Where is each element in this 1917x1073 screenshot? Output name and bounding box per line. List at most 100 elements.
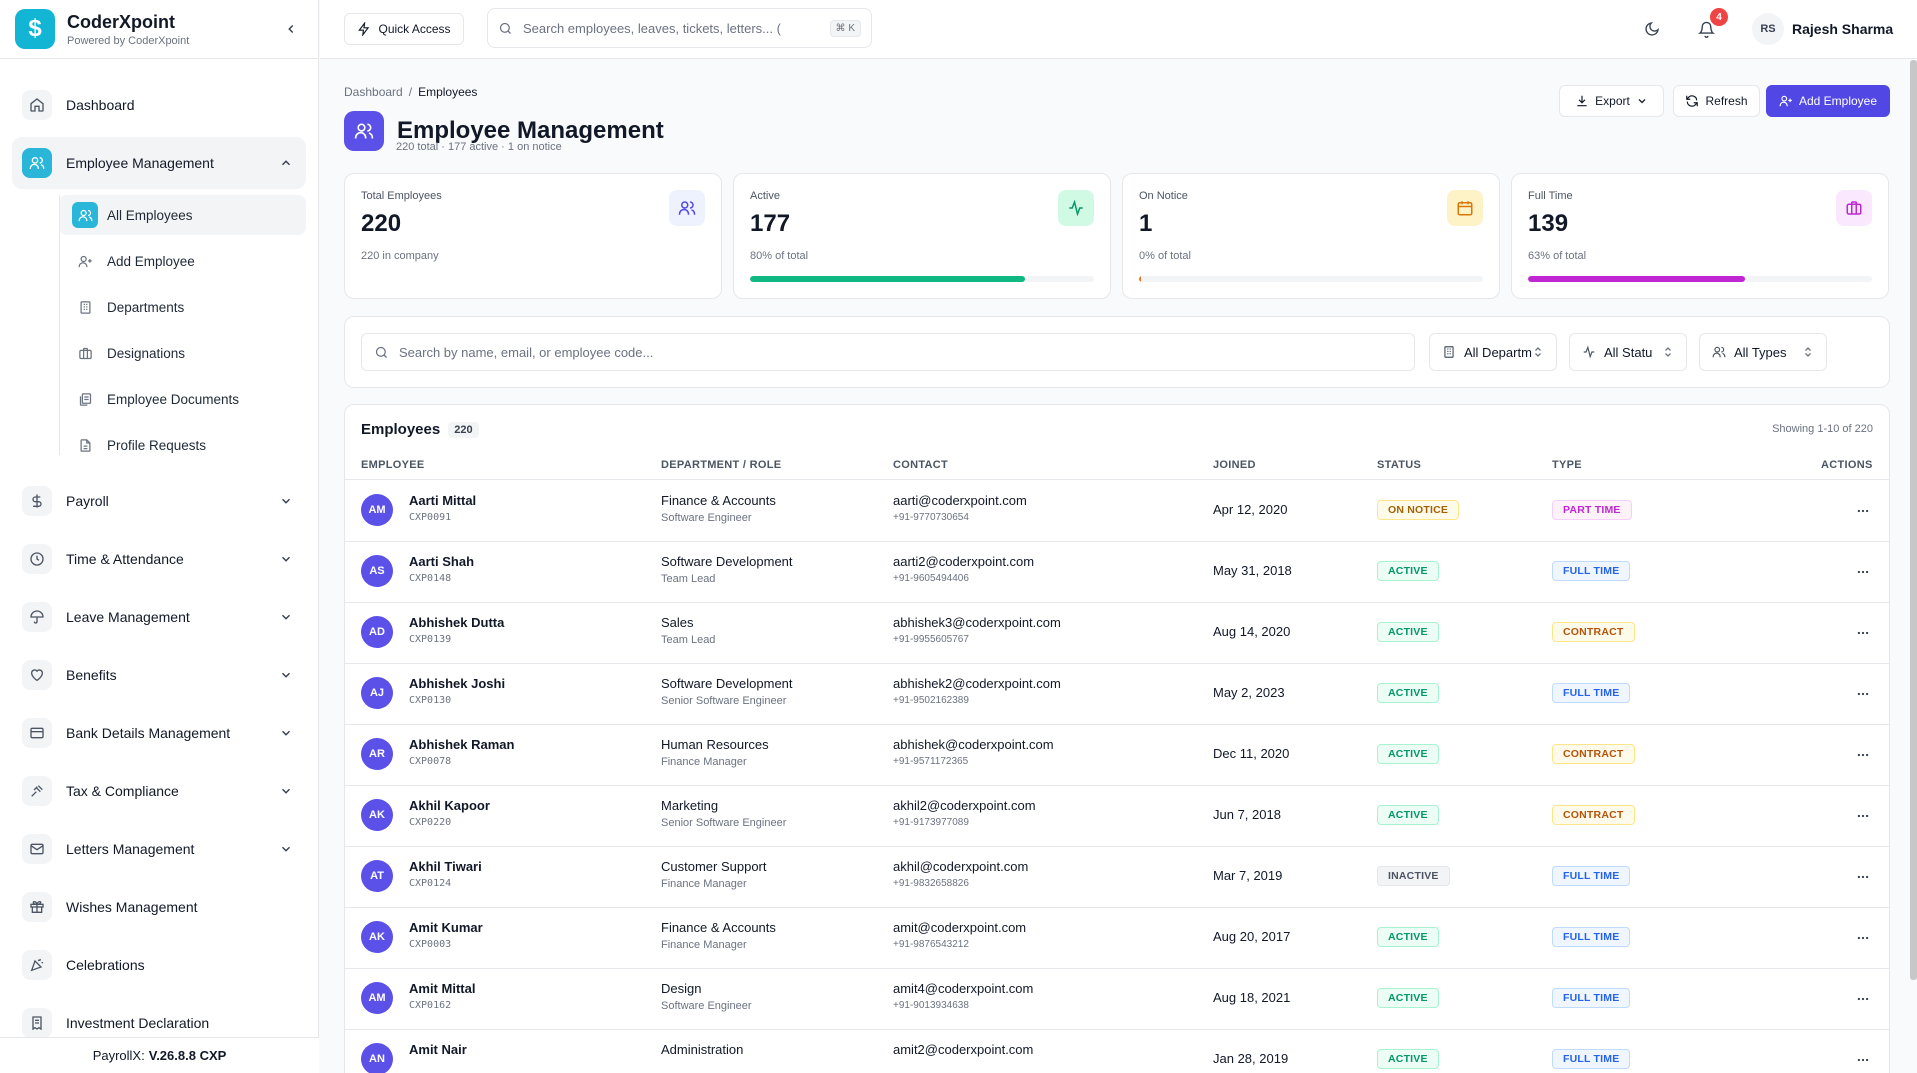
employee-name[interactable]: Abhishek Raman bbox=[409, 737, 514, 752]
department-filter-value: All Departm bbox=[1464, 344, 1532, 360]
sidebar-item-leave-management[interactable]: Leave Management bbox=[12, 591, 306, 643]
table-row[interactable]: AM Aarti Mittal CXP0091 Finance & Accounts S… bbox=[345, 481, 1889, 542]
row-actions-button[interactable] bbox=[1853, 867, 1873, 887]
sidebar-subitem-add-employee[interactable]: Add Employee bbox=[59, 241, 306, 281]
employee-search[interactable] bbox=[361, 333, 1415, 371]
sidebar-item-employee-management[interactable]: Employee Management bbox=[12, 137, 306, 189]
joined-date: Aug 20, 2017 bbox=[1213, 929, 1291, 944]
sidebar-item-wishes-management[interactable]: Wishes Management bbox=[12, 881, 306, 933]
sidebar-item-label: Celebrations bbox=[66, 957, 145, 973]
role: Finance Manager bbox=[661, 878, 747, 890]
brand-logo[interactable]: $ bbox=[15, 9, 55, 49]
employee-name[interactable]: Aarti Mittal bbox=[409, 493, 476, 508]
row-actions-button[interactable] bbox=[1853, 928, 1873, 948]
sidebar-subitem-designations[interactable]: Designations bbox=[59, 333, 306, 373]
collapse-sidebar-button[interactable] bbox=[279, 17, 303, 41]
row-actions-button[interactable] bbox=[1853, 684, 1873, 704]
row-actions-button[interactable] bbox=[1853, 562, 1873, 582]
column-header-actions: ACTIONS bbox=[1821, 459, 1873, 471]
sidebar-item-label: Letters Management bbox=[66, 841, 195, 857]
employee-name[interactable]: Aarti Shah bbox=[409, 554, 474, 569]
progress-fill bbox=[750, 276, 1026, 282]
employee-search-input[interactable] bbox=[399, 344, 1402, 360]
add-employee-button[interactable]: Add Employee bbox=[1766, 85, 1890, 117]
department-filter[interactable]: All Departm bbox=[1429, 333, 1557, 371]
row-actions-button[interactable] bbox=[1853, 623, 1873, 643]
email[interactable]: akhil2@coderxpoint.com bbox=[893, 798, 1036, 813]
stat-value: 1 bbox=[1139, 210, 1153, 237]
activity-icon bbox=[1058, 190, 1094, 226]
table-row[interactable]: AJ Abhishek Joshi CXP0130 Software Developm… bbox=[345, 664, 1889, 725]
employee-name[interactable]: Amit Kumar bbox=[409, 920, 483, 935]
breadcrumb-dashboard[interactable]: Dashboard bbox=[344, 85, 403, 99]
email[interactable]: akhil@coderxpoint.com bbox=[893, 859, 1028, 874]
sidebar-item-celebrations[interactable]: Celebrations bbox=[12, 939, 306, 991]
email[interactable]: amit@coderxpoint.com bbox=[893, 920, 1026, 935]
sidebar-subitem-all-employees[interactable]: All Employees bbox=[59, 195, 306, 235]
table-row[interactable]: AM Amit Mittal CXP0162 Design Software Engin… bbox=[345, 969, 1889, 1030]
column-header-department[interactable]: DEPARTMENT / ROLE bbox=[661, 459, 781, 471]
employee-name[interactable]: Akhil Kapoor bbox=[409, 798, 490, 813]
employee-name[interactable]: Amit Mittal bbox=[409, 981, 475, 996]
sidebar-nav: Dashboard Employee Management All Employ… bbox=[0, 59, 318, 1049]
email[interactable]: aarti2@coderxpoint.com bbox=[893, 554, 1034, 569]
column-header-joined[interactable]: JOINED bbox=[1213, 459, 1256, 471]
column-header-employee[interactable]: EMPLOYEE bbox=[361, 459, 425, 471]
chevron-up-icon bbox=[278, 155, 294, 171]
row-actions-button[interactable] bbox=[1853, 501, 1873, 521]
sidebar-subitem-profile-requests[interactable]: Profile Requests bbox=[59, 425, 306, 465]
global-search-input[interactable] bbox=[523, 20, 830, 36]
email[interactable]: abhishek3@coderxpoint.com bbox=[893, 615, 1061, 630]
quick-access-button[interactable]: Quick Access bbox=[344, 13, 464, 45]
sidebar-item-payroll[interactable]: Payroll bbox=[12, 475, 306, 527]
table-row[interactable]: AR Abhishek Raman CXP0078 Human Resources Fi… bbox=[345, 725, 1889, 786]
employee-code: CXP0078 bbox=[409, 756, 452, 767]
row-actions-button[interactable] bbox=[1853, 1050, 1873, 1070]
sidebar-item-dashboard[interactable]: Dashboard bbox=[12, 79, 306, 131]
users-icon bbox=[72, 202, 98, 228]
column-header-type[interactable]: TYPE bbox=[1552, 459, 1582, 471]
user-menu[interactable]: RS Rajesh Sharma bbox=[1752, 13, 1893, 45]
sidebar-subitem-employee-documents[interactable]: Employee Documents bbox=[59, 379, 306, 419]
email[interactable]: amit2@coderxpoint.com bbox=[893, 1042, 1033, 1057]
sidebar-subitem-departments[interactable]: Departments bbox=[59, 287, 306, 327]
export-button[interactable]: Export bbox=[1559, 85, 1664, 117]
email[interactable]: aarti@coderxpoint.com bbox=[893, 493, 1027, 508]
email[interactable]: amit4@coderxpoint.com bbox=[893, 981, 1033, 996]
sidebar-item-tax-compliance[interactable]: Tax & Compliance bbox=[12, 765, 306, 817]
status-filter[interactable]: All Statu bbox=[1569, 333, 1687, 371]
search-icon bbox=[375, 346, 387, 358]
table-row[interactable]: AS Aarti Shah CXP0148 Software Development T… bbox=[345, 542, 1889, 603]
sidebar-item-benefits[interactable]: Benefits bbox=[12, 649, 306, 701]
type-filter[interactable]: All Types bbox=[1699, 333, 1827, 371]
column-header-status[interactable]: STATUS bbox=[1377, 459, 1421, 471]
brand-subtitle: Powered by CoderXpoint bbox=[67, 34, 190, 47]
gift-icon bbox=[22, 892, 52, 922]
page-scrollbar[interactable] bbox=[1910, 60, 1917, 980]
row-actions-button[interactable] bbox=[1853, 806, 1873, 826]
sidebar-item-time-attendance[interactable]: Time & Attendance bbox=[12, 533, 306, 585]
table-row[interactable]: AK Akhil Kapoor CXP0220 Marketing Senior Sof… bbox=[345, 786, 1889, 847]
employee-name[interactable]: Akhil Tiwari bbox=[409, 859, 482, 874]
column-header-contact[interactable]: CONTACT bbox=[893, 459, 948, 471]
employee-name[interactable]: Abhishek Joshi bbox=[409, 676, 505, 691]
table-row[interactable]: AN Amit Nair Administration amit2@coderxpoi… bbox=[345, 1030, 1889, 1073]
email[interactable]: abhishek@coderxpoint.com bbox=[893, 737, 1054, 752]
breadcrumb: Dashboard / Employees bbox=[344, 85, 477, 99]
breadcrumb-separator: / bbox=[408, 85, 413, 99]
email[interactable]: abhishek2@coderxpoint.com bbox=[893, 676, 1061, 691]
row-actions-button[interactable] bbox=[1853, 989, 1873, 1009]
theme-toggle-button[interactable] bbox=[1640, 17, 1664, 41]
employee-name[interactable]: Amit Nair bbox=[409, 1042, 467, 1057]
refresh-button[interactable]: Refresh bbox=[1673, 85, 1760, 117]
more-horizontal-icon bbox=[1857, 570, 1869, 574]
table-row[interactable]: AD Abhishek Dutta CXP0139 Sales Team Lead abh… bbox=[345, 603, 1889, 664]
employee-name[interactable]: Abhishek Dutta bbox=[409, 615, 504, 630]
row-actions-button[interactable] bbox=[1853, 745, 1873, 765]
table-count-badge: 220 bbox=[448, 421, 479, 438]
sidebar-item-letters-management[interactable]: Letters Management bbox=[12, 823, 306, 875]
sidebar-item-bank-details[interactable]: Bank Details Management bbox=[12, 707, 306, 759]
table-row[interactable]: AT Akhil Tiwari CXP0124 Customer Support Fin… bbox=[345, 847, 1889, 908]
global-search[interactable]: ⌘ K bbox=[487, 8, 872, 48]
table-row[interactable]: AK Amit Kumar CXP0003 Finance & Accounts Fin… bbox=[345, 908, 1889, 969]
